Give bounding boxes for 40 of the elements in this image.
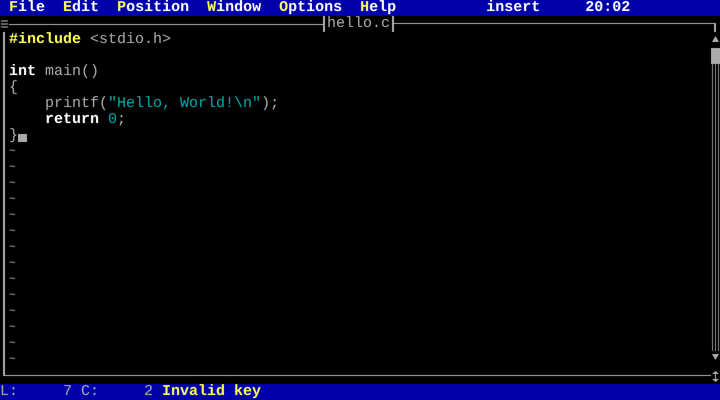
window-menu-icon[interactable] bbox=[0, 20, 9, 28]
empty-line-marker: ~ bbox=[9, 337, 16, 352]
empty-line-marker: ~ bbox=[9, 145, 16, 160]
window-title: hello.c bbox=[322, 16, 394, 32]
column-number: 2 bbox=[144, 384, 154, 400]
empty-line-marker: ~ bbox=[9, 273, 16, 288]
mode-indicator: insert bbox=[486, 0, 540, 16]
menu-item[interactable]: File bbox=[0, 0, 54, 16]
editor-area[interactable]: #include <stdio.h> int main() { printf("Hello, World!\n"); return 0; } ~ ~ ~ ~ ~ ~ ~ ~ ~ ~ ~ ~ ~ ~ bbox=[9, 32, 711, 368]
menu-item[interactable]: Window bbox=[198, 0, 270, 16]
empty-line-marker: ~ bbox=[9, 241, 16, 256]
line-label: L: bbox=[0, 384, 20, 400]
empty-line-marker: ~ bbox=[9, 305, 16, 320]
menu-item[interactable]: Help bbox=[351, 0, 406, 16]
scroll-down-arrow-icon[interactable] bbox=[712, 354, 719, 360]
code-line: int main() bbox=[9, 64, 100, 80]
status-message: Invalid key bbox=[162, 384, 262, 400]
empty-line-marker: ~ bbox=[9, 257, 16, 272]
empty-line-marker: ~ bbox=[9, 353, 16, 368]
menu-item[interactable]: Options bbox=[270, 0, 352, 16]
code-line: return 0; bbox=[44, 112, 126, 128]
code-line: printf("Hello, World!\n"); bbox=[44, 96, 280, 112]
code-line: #include <stdio.h> bbox=[9, 32, 172, 48]
resize-icon[interactable] bbox=[712, 370, 719, 382]
menu-item[interactable]: Edit bbox=[54, 0, 108, 16]
code-line: { bbox=[9, 80, 18, 96]
menu-item[interactable]: Position bbox=[108, 0, 198, 16]
empty-line-marker: ~ bbox=[9, 193, 16, 208]
code-line: } bbox=[9, 128, 18, 144]
empty-line-marker: ~ bbox=[9, 161, 16, 176]
scroll-up-arrow-icon[interactable] bbox=[712, 36, 719, 42]
empty-line-marker: ~ bbox=[9, 225, 16, 240]
empty-line-marker: ~ bbox=[9, 209, 16, 224]
clock: 20:02 bbox=[585, 0, 630, 16]
empty-line-marker: ~ bbox=[9, 177, 16, 192]
column-label: C: bbox=[81, 384, 100, 400]
scrollbar-thumb[interactable] bbox=[711, 48, 720, 64]
line-number: 7 bbox=[63, 384, 74, 400]
empty-line-marker: ~ bbox=[9, 289, 16, 304]
empty-line-marker: ~ bbox=[9, 321, 16, 336]
